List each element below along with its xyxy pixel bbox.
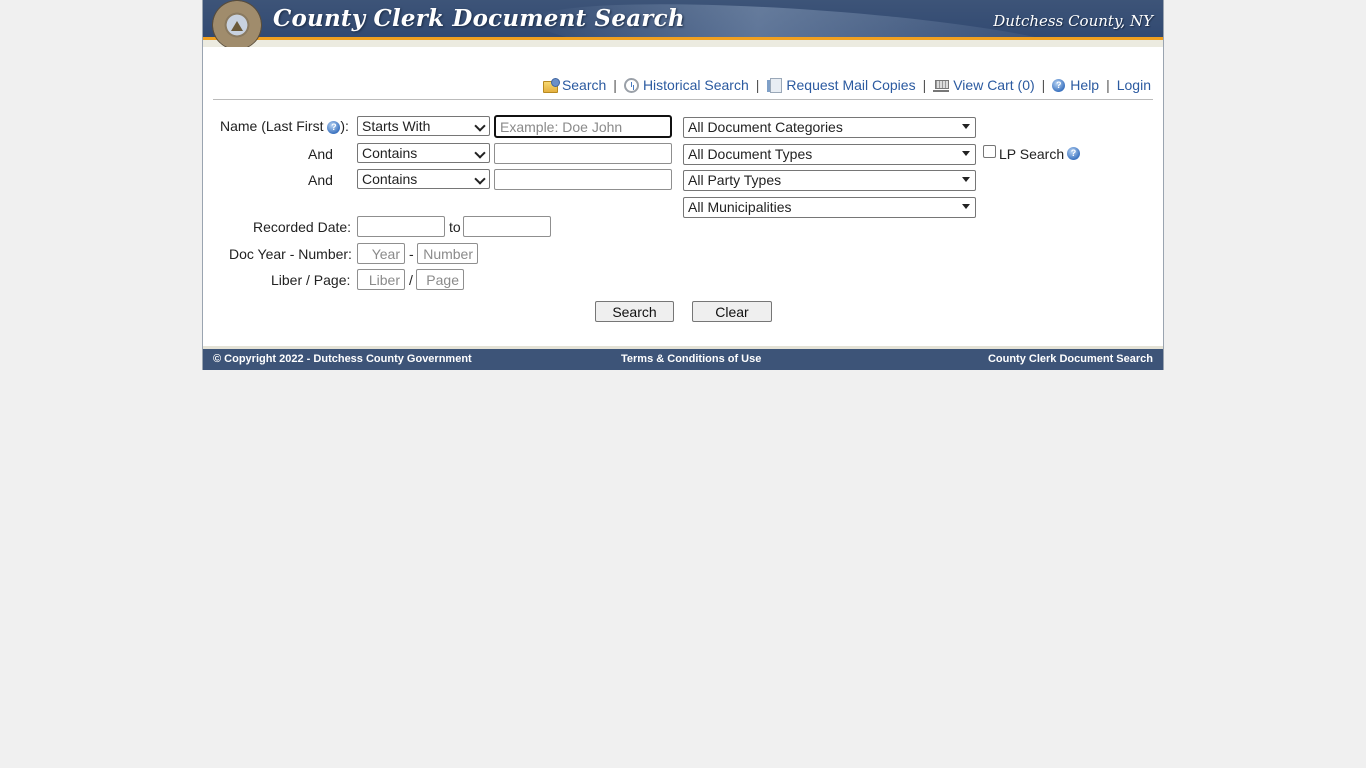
- and-label-3: And: [308, 172, 333, 188]
- document-icon: [767, 77, 783, 93]
- lp-search-checkbox[interactable]: [983, 145, 996, 158]
- name-match-select-2[interactable]: Contains: [357, 143, 490, 163]
- name-label-suffix: ):: [340, 118, 349, 134]
- name-input-1[interactable]: [494, 115, 672, 138]
- nav-historical-search[interactable]: Historical Search: [623, 77, 749, 93]
- year-number-separator: -: [409, 246, 414, 262]
- doc-year-number-label: Doc Year - Number:: [229, 246, 352, 262]
- nav-help[interactable]: ? Help: [1052, 77, 1099, 93]
- party-type-value: All Party Types: [688, 172, 782, 188]
- footer-app-name: County Clerk Document Search: [987, 353, 1153, 365]
- name-match-select-1[interactable]: Starts With: [357, 116, 490, 136]
- county-seal-icon: [213, 1, 261, 47]
- nav-login[interactable]: Login: [1117, 77, 1151, 93]
- top-nav: Search | Historical Search | Request Mai…: [542, 77, 1151, 93]
- dropdown-arrow-icon: [962, 204, 970, 209]
- header-banner: County Clerk Document Search Dutchess Co…: [203, 0, 1163, 47]
- name-match-select-3[interactable]: Contains: [357, 169, 490, 189]
- nav-request-mail-copies-label: Request Mail Copies: [786, 77, 916, 93]
- name-input-2[interactable]: [494, 143, 672, 164]
- cart-icon: [933, 78, 950, 92]
- banner-cream-stripe: [203, 40, 1163, 47]
- nav-help-label: Help: [1070, 77, 1100, 93]
- chevron-down-icon: [474, 173, 486, 185]
- and-label-2: And: [308, 146, 333, 162]
- help-icon: ?: [1052, 78, 1066, 92]
- name-help-icon[interactable]: ?: [327, 120, 341, 134]
- nav-separator: |: [1106, 77, 1110, 93]
- doc-number-input[interactable]: [417, 243, 478, 264]
- footer-terms-link[interactable]: Terms & Conditions of Use: [621, 349, 761, 370]
- name-match-value-2: Contains: [362, 145, 418, 161]
- liber-page-label: Liber / Page:: [271, 272, 351, 288]
- nav-separator: |: [755, 77, 760, 93]
- search-button[interactable]: Search: [595, 301, 674, 322]
- page-container: County Clerk Document Search Dutchess Co…: [202, 0, 1164, 370]
- name-label: Name (Last First ?):: [220, 118, 349, 134]
- doc-year-input[interactable]: [357, 243, 405, 264]
- document-type-select[interactable]: All Document Types: [683, 144, 976, 165]
- document-type-value: All Document Types: [688, 146, 813, 162]
- nav-separator: |: [922, 77, 927, 93]
- municipality-select[interactable]: All Municipalities: [683, 197, 976, 218]
- folder-search-icon: [542, 77, 560, 93]
- municipality-value: All Municipalities: [688, 199, 792, 215]
- page-input[interactable]: [416, 269, 464, 290]
- dropdown-arrow-icon: [962, 124, 970, 129]
- name-match-value-3: Contains: [362, 171, 418, 187]
- name-match-value-1: Starts With: [362, 118, 431, 134]
- date-to-label: to: [449, 219, 461, 235]
- nav-search[interactable]: Search: [542, 77, 607, 93]
- footer-copyright: © Copyright 2022 - Dutchess County Gover…: [213, 353, 472, 365]
- name-input-3[interactable]: [494, 169, 672, 190]
- clear-button[interactable]: Clear: [692, 301, 772, 322]
- clock-icon: [623, 77, 639, 93]
- name-label-text: Name (Last First: [220, 118, 324, 134]
- lp-search-help-icon[interactable]: ?: [1067, 147, 1080, 160]
- lp-search-label: LP Search: [999, 146, 1065, 162]
- nav-historical-search-label: Historical Search: [642, 77, 749, 93]
- document-category-value: All Document Categories: [688, 119, 843, 135]
- recorded-date-label: Recorded Date:: [253, 219, 352, 235]
- footer: © Copyright 2022 - Dutchess County Gover…: [203, 349, 1163, 370]
- nav-login-label: Login: [1116, 77, 1151, 93]
- document-category-select[interactable]: All Document Categories: [683, 117, 976, 138]
- chevron-down-icon: [474, 120, 486, 132]
- recorded-date-from-input[interactable]: [357, 216, 445, 237]
- dropdown-arrow-icon: [962, 151, 970, 156]
- party-type-select[interactable]: All Party Types: [683, 170, 976, 191]
- dropdown-arrow-icon: [962, 177, 970, 182]
- nav-search-label: Search: [561, 77, 607, 93]
- nav-divider: [213, 99, 1153, 100]
- liber-page-separator: /: [409, 272, 413, 288]
- nav-separator: |: [1041, 77, 1046, 93]
- site-title: County Clerk Document Search: [273, 5, 685, 32]
- nav-separator: |: [613, 77, 617, 93]
- chevron-down-icon: [474, 147, 486, 159]
- nav-view-cart[interactable]: View Cart (0): [933, 77, 1035, 93]
- liber-input[interactable]: [357, 269, 405, 290]
- recorded-date-to-input[interactable]: [463, 216, 551, 237]
- county-name: Dutchess County, NY: [993, 12, 1153, 30]
- nav-request-mail-copies[interactable]: Request Mail Copies: [766, 77, 916, 93]
- nav-view-cart-label: View Cart (0): [953, 77, 1035, 93]
